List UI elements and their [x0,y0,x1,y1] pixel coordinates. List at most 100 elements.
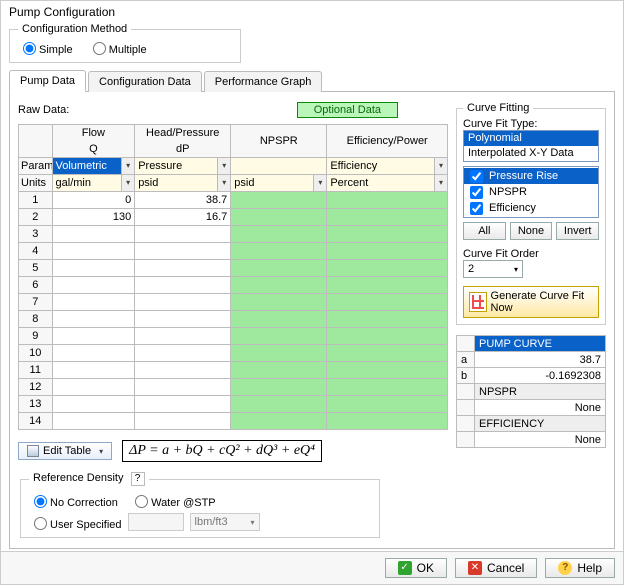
cell-flow[interactable] [52,311,135,328]
radio-multiple[interactable]: Multiple [88,44,147,56]
cell-eff[interactable] [327,379,448,396]
units-flow[interactable]: gal/min▾ [52,175,135,192]
chevron-down-icon[interactable]: ▾ [121,158,134,174]
cell-head[interactable]: 38.7 [135,192,231,209]
cell-eff[interactable] [327,209,448,226]
all-button[interactable]: All [463,222,506,240]
ok-button[interactable]: OK [385,558,447,578]
cell-npspr[interactable] [231,379,327,396]
cell-npspr[interactable] [231,243,327,260]
table-row[interactable]: 4 [19,243,448,260]
check-npspr[interactable]: NPSPR [464,184,598,200]
cell-flow[interactable]: 130 [52,209,135,226]
cell-eff[interactable] [327,413,448,430]
cell-head[interactable] [135,345,231,362]
param-npspr[interactable] [231,158,327,175]
cell-eff[interactable] [327,260,448,277]
edit-table-button[interactable]: Edit Table ▾ [18,442,112,460]
cell-flow[interactable] [52,226,135,243]
table-row[interactable]: 12 [19,379,448,396]
cell-npspr[interactable] [231,413,327,430]
cell-npspr[interactable] [231,226,327,243]
check-pressure-rise[interactable]: Pressure Rise [464,168,598,184]
cell-npspr[interactable] [231,260,327,277]
table-row[interactable]: 10 [19,345,448,362]
tab-perf-graph[interactable]: Performance Graph [204,71,323,92]
cell-eff[interactable] [327,277,448,294]
cell-npspr[interactable] [231,328,327,345]
help-icon[interactable]: ? [131,472,145,486]
table-row[interactable]: 6 [19,277,448,294]
table-row[interactable]: 11 [19,362,448,379]
cell-head[interactable]: 16.7 [135,209,231,226]
cell-eff[interactable] [327,311,448,328]
cell-npspr[interactable] [231,294,327,311]
radio-no-correction[interactable]: No Correction [29,497,118,509]
cell-head[interactable] [135,328,231,345]
table-row[interactable]: 3 [19,226,448,243]
tab-pump-data[interactable]: Pump Data [9,70,86,92]
cell-flow[interactable] [52,362,135,379]
table-row[interactable]: 1038.7 [19,192,448,209]
chevron-down-icon[interactable]: ▾ [217,175,230,191]
generate-curve-fit-button[interactable]: Generate Curve Fit Now [463,286,599,318]
tab-config-data[interactable]: Configuration Data [88,71,202,92]
cell-eff[interactable] [327,362,448,379]
cell-head[interactable] [135,294,231,311]
help-button[interactable]: Help [545,558,615,578]
none-button[interactable]: None [510,222,553,240]
cell-flow[interactable] [52,243,135,260]
curve-fit-type-list[interactable]: Polynomial Interpolated X-Y Data [463,130,599,162]
curve-fit-check-list[interactable]: Pressure Rise NPSPR Efficiency [463,166,599,218]
radio-simple[interactable]: Simple [18,44,73,56]
cell-eff[interactable] [327,396,448,413]
cell-npspr[interactable] [231,345,327,362]
chevron-down-icon[interactable]: ▾ [99,447,103,456]
list-item[interactable]: Interpolated X-Y Data [464,146,598,161]
cell-eff[interactable] [327,294,448,311]
cell-flow[interactable] [52,328,135,345]
table-row[interactable]: 13 [19,396,448,413]
cell-flow[interactable] [52,413,135,430]
cell-npspr[interactable] [231,311,327,328]
table-row[interactable]: 7 [19,294,448,311]
chevron-down-icon[interactable]: ▾ [313,175,326,191]
cell-flow[interactable] [52,294,135,311]
chevron-down-icon[interactable]: ▾ [121,175,134,191]
cancel-button[interactable]: Cancel [455,558,537,578]
cell-flow[interactable] [52,345,135,362]
cell-head[interactable] [135,311,231,328]
cell-npspr[interactable] [231,362,327,379]
optional-data-button[interactable]: Optional Data [297,102,398,118]
cell-flow[interactable] [52,379,135,396]
table-row[interactable]: 5 [19,260,448,277]
list-item[interactable]: Polynomial [464,131,598,146]
chevron-down-icon[interactable]: ▾ [217,158,230,174]
cell-head[interactable] [135,243,231,260]
check-efficiency[interactable]: Efficiency [464,200,598,216]
cell-flow[interactable] [52,277,135,294]
cell-eff[interactable] [327,192,448,209]
table-row[interactable]: 9 [19,328,448,345]
radio-water-stp[interactable]: Water @STP [130,497,216,509]
table-row[interactable]: 14 [19,413,448,430]
units-head[interactable]: psid▾ [135,175,231,192]
cell-head[interactable] [135,226,231,243]
param-head[interactable]: Pressure▾ [135,158,231,175]
cell-head[interactable] [135,396,231,413]
cell-head[interactable] [135,362,231,379]
param-flow[interactable]: Volumetric▾ [52,158,135,175]
cell-head[interactable] [135,413,231,430]
cell-head[interactable] [135,277,231,294]
cell-eff[interactable] [327,328,448,345]
table-row[interactable]: 8 [19,311,448,328]
cell-npspr[interactable] [231,209,327,226]
units-npspr[interactable]: psid▾ [231,175,327,192]
param-eff[interactable]: Efficiency▾ [327,158,448,175]
table-row[interactable]: 213016.7 [19,209,448,226]
cell-eff[interactable] [327,345,448,362]
cell-eff[interactable] [327,243,448,260]
cell-flow[interactable] [52,396,135,413]
cell-head[interactable] [135,379,231,396]
cell-head[interactable] [135,260,231,277]
